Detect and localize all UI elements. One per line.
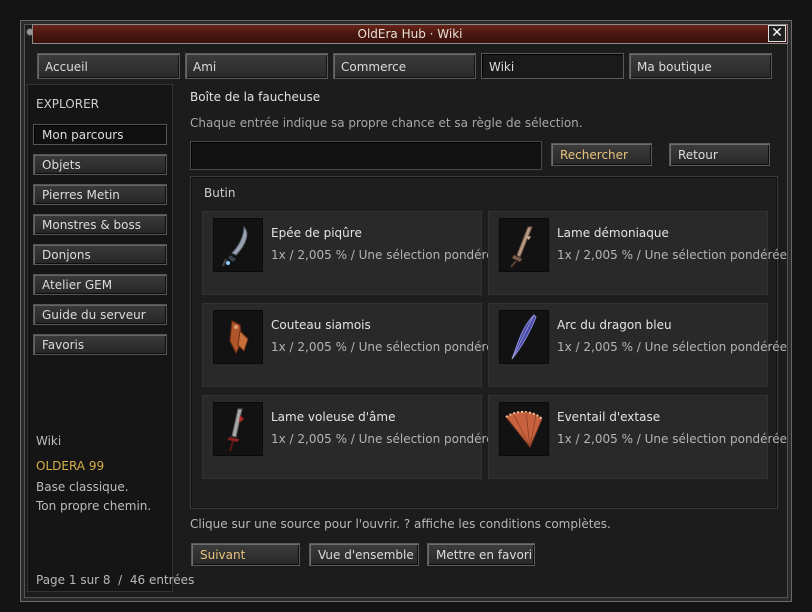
sidebar-heading: EXPLORER <box>36 97 99 111</box>
hint-text: Clique sur une source pour l'ouvrir. ? a… <box>190 517 611 531</box>
close-button[interactable]: ✕ <box>768 25 786 42</box>
window-title: OldEra Hub · Wiki <box>357 27 463 41</box>
sword-icon <box>213 218 263 272</box>
item-name: Eventail d'extase <box>557 410 661 424</box>
sidebar-item-objets[interactable]: Objets <box>33 154 167 175</box>
loot-section-label: Butin <box>204 186 236 200</box>
item-drop-info: 1x / 2,005 % / Une sélection pondérée <box>557 432 787 446</box>
server-tagline-2: Ton propre chemin. <box>36 499 152 513</box>
tab-ma-boutique[interactable]: Ma boutique <box>629 53 772 79</box>
sidebar-item-label: Guide du serveur <box>42 308 146 322</box>
sidebar-item-label: Monstres & boss <box>42 218 142 232</box>
search-button-label: Rechercher <box>560 148 628 162</box>
item-name: Lame voleuse d'âme <box>271 410 396 424</box>
sidebar-item-label: Donjons <box>42 248 91 262</box>
sidebar-item-label: Mon parcours <box>42 128 124 142</box>
tab-label: Ami <box>193 60 217 74</box>
bow-icon <box>499 310 549 364</box>
loot-card[interactable]: Lame voleuse d'âme 1x / 2,005 % / Une sé… <box>202 395 501 479</box>
sidebar-item-monstres-boss[interactable]: Monstres & boss <box>33 214 167 235</box>
window-titlebar[interactable]: OldEra Hub · Wiki <box>32 24 788 44</box>
fan-icon <box>499 402 549 456</box>
loot-card[interactable]: Arc du dragon bleu 1x / 2,005 % / Une sé… <box>488 303 787 387</box>
tab-commerce[interactable]: Commerce <box>333 53 476 79</box>
item-name: Arc du dragon bleu <box>557 318 672 332</box>
soul-blade-icon <box>213 402 263 456</box>
item-drop-info: 1x / 2,005 % / Une sélection pondérée <box>557 340 787 354</box>
overview-button-label: Vue d'ensemble <box>318 548 414 562</box>
next-button[interactable]: Suivant <box>191 543 300 566</box>
item-drop-info: 1x / 2,005 % / Une sélection pondérée <box>271 340 501 354</box>
sidebar-item-label: Favoris <box>42 338 85 352</box>
tab-label: Wiki <box>489 60 515 74</box>
item-drop-info: 1x / 2,005 % / Une sélection pondérée <box>557 248 787 262</box>
loot-card[interactable]: Eventail d'extase 1x / 2,005 % / Une sél… <box>488 395 787 479</box>
sidebar-item-label: Atelier GEM <box>42 278 113 292</box>
pagination-status: Page 1 sur 8 / 46 entrées <box>36 573 195 587</box>
item-name: Couteau siamois <box>271 318 371 332</box>
favorite-button[interactable]: Mettre en favori <box>427 543 535 566</box>
close-icon: ✕ <box>771 25 783 41</box>
search-input[interactable] <box>190 141 542 170</box>
tab-label: Accueil <box>45 60 88 74</box>
sidebar-footer-section: Wiki <box>36 434 62 448</box>
sidebar-item-guide-serveur[interactable]: Guide du serveur <box>33 304 167 325</box>
back-button-label: Retour <box>678 148 718 162</box>
loot-card[interactable]: Lame démoniaque 1x / 2,005 % / Une sélec… <box>488 211 787 295</box>
demon-blade-icon <box>499 218 549 272</box>
item-name: Epée de piqûre <box>271 226 362 240</box>
tab-label: Ma boutique <box>637 60 712 74</box>
sidebar-item-label: Pierres Metin <box>42 188 120 202</box>
search-button[interactable]: Rechercher <box>551 143 652 166</box>
page-subtitle: Chaque entrée indique sa propre chance e… <box>190 116 583 130</box>
back-button[interactable]: Retour <box>669 143 770 166</box>
sidebar-item-label: Objets <box>42 158 81 172</box>
loot-card[interactable]: Couteau siamois 1x / 2,005 % / Une sélec… <box>202 303 501 387</box>
sidebar-item-pierres-metin[interactable]: Pierres Metin <box>33 184 167 205</box>
item-name: Lame démoniaque <box>557 226 669 240</box>
favorite-button-label: Mettre en favori <box>436 548 533 562</box>
tab-wiki[interactable]: Wiki <box>481 53 624 79</box>
next-button-label: Suivant <box>200 548 246 562</box>
tab-ami[interactable]: Ami <box>185 53 328 79</box>
server-tagline-1: Base classique. <box>36 480 129 494</box>
tab-label: Commerce <box>341 60 407 74</box>
item-drop-info: 1x / 2,005 % / Une sélection pondérée <box>271 248 501 262</box>
sidebar-item-atelier-gem[interactable]: Atelier GEM <box>33 274 167 295</box>
server-name: OLDERA 99 <box>36 459 105 473</box>
sidebar-item-mon-parcours[interactable]: Mon parcours <box>33 124 167 145</box>
twin-knife-icon <box>213 310 263 364</box>
page-title: Boîte de la faucheuse <box>190 90 321 104</box>
loot-card[interactable]: Epée de piqûre 1x / 2,005 % / Une sélect… <box>202 211 501 295</box>
overview-button[interactable]: Vue d'ensemble <box>309 543 419 566</box>
item-drop-info: 1x / 2,005 % / Une sélection pondérée <box>271 432 501 446</box>
tab-accueil[interactable]: Accueil <box>37 53 180 79</box>
sidebar-item-donjons[interactable]: Donjons <box>33 244 167 265</box>
sidebar-item-favoris[interactable]: Favoris <box>33 334 167 355</box>
